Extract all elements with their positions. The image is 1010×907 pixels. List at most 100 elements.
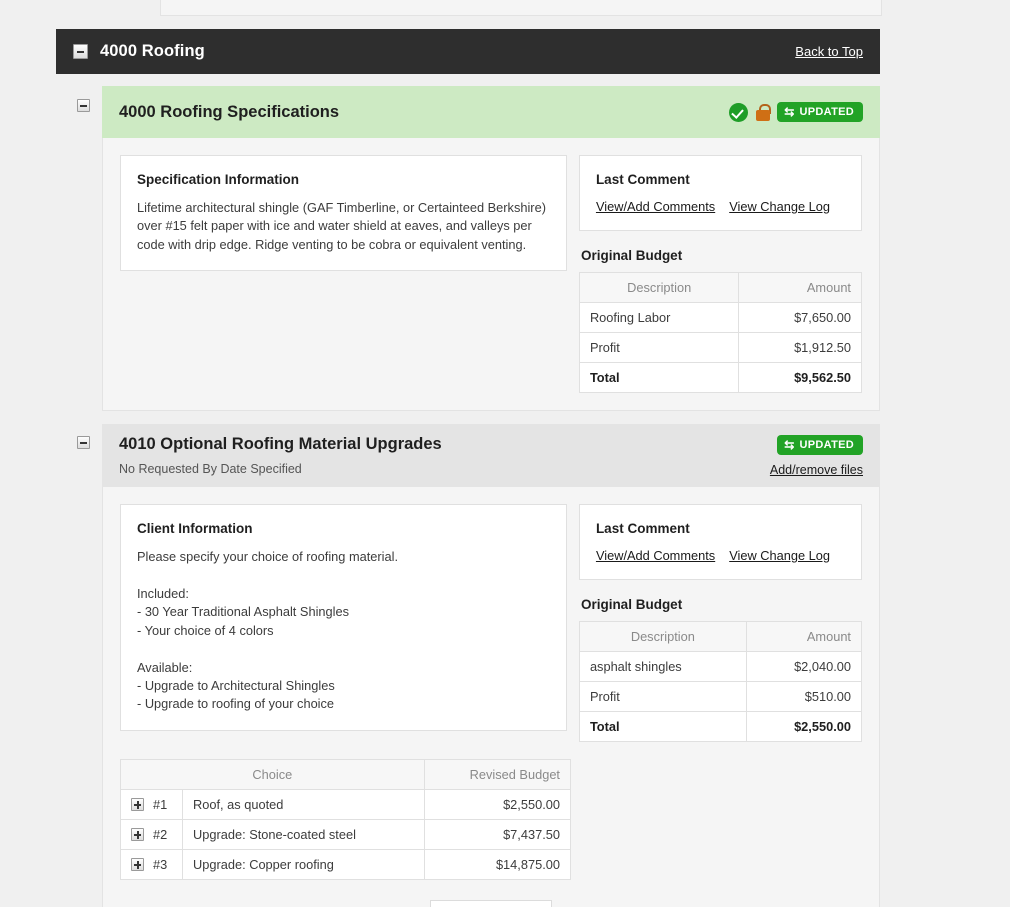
choice-budget: $7,437.50 bbox=[423, 819, 572, 850]
table-row: #2 Upgrade: Stone-coated steel $7,437.50 bbox=[120, 819, 572, 850]
sync-icon: ⇆ bbox=[784, 438, 795, 452]
original-budget-table: Description Amount asphalt shingles $2,0… bbox=[578, 621, 863, 742]
view-add-comments-link[interactable]: View/Add Comments bbox=[596, 548, 715, 563]
expand-plus-icon[interactable] bbox=[131, 858, 144, 871]
upgrade-block-collapse-icon[interactable] bbox=[77, 436, 90, 449]
budget-total-amount: $9,562.50 bbox=[738, 362, 862, 393]
last-comment-heading: Last Comment bbox=[595, 521, 690, 536]
upgrade-header-actions: ⇆ UPDATED Add/remove files bbox=[770, 435, 863, 477]
spec-info-column: Specification Information Lifetime archi… bbox=[120, 155, 567, 272]
table-total-row: Total $2,550.00 bbox=[578, 711, 863, 742]
table-row: Profit $510.00 bbox=[578, 681, 863, 712]
table-row: #1 Roof, as quoted $2,550.00 bbox=[120, 789, 572, 820]
budget-amount: $2,040.00 bbox=[745, 651, 863, 682]
table-row: Profit $1,912.50 bbox=[578, 332, 862, 363]
choice-section: Choice Revised Budget #1 Roof, as quoted… bbox=[102, 759, 880, 907]
choice-number: #3 bbox=[153, 857, 168, 872]
updated-badge-label: UPDATED bbox=[799, 439, 854, 451]
budget-amount: $510.00 bbox=[745, 681, 863, 712]
spec-block-header: 4000 Roofing Specifications ⇆ UPDATED bbox=[102, 86, 880, 138]
upgrade-block-title: 4010 Optional Roofing Material Upgrades bbox=[119, 435, 442, 453]
previous-section-panel-stub bbox=[160, 0, 882, 16]
column-revised-budget: Revised Budget bbox=[423, 759, 572, 790]
spec-side-column: Last Comment View/Add Comments View Chan… bbox=[578, 155, 862, 393]
view-change-log-link[interactable]: View Change Log bbox=[729, 199, 830, 214]
budget-amount: $1,912.50 bbox=[738, 332, 862, 363]
original-budget-table: Description Amount Roofing Labor $7,650.… bbox=[578, 272, 862, 393]
add-remove-files-link[interactable]: Add/remove files bbox=[770, 463, 863, 477]
choice-table-wrap: Choice Revised Budget #1 Roof, as quoted… bbox=[103, 759, 879, 907]
upgrade-block: 4010 Optional Roofing Material Upgrades … bbox=[102, 424, 880, 907]
budget-total-amount: $2,550.00 bbox=[745, 711, 863, 742]
column-amount: Amount bbox=[738, 272, 862, 303]
choice-budget: $2,550.00 bbox=[423, 789, 572, 820]
upgrade-block-header: 4010 Optional Roofing Material Upgrades … bbox=[102, 424, 880, 487]
check-circle-icon bbox=[729, 102, 749, 122]
choice-number-cell: #2 bbox=[120, 819, 183, 850]
table-total-row: Total $9,562.50 bbox=[578, 362, 862, 393]
budget-amount: $7,650.00 bbox=[738, 302, 862, 333]
updated-badge-label: UPDATED bbox=[799, 106, 854, 118]
upgrade-side-column: Last Comment View/Add Comments View Chan… bbox=[578, 504, 863, 742]
back-to-top-link[interactable]: Back to Top bbox=[795, 44, 863, 59]
client-information-panel: Client Information Please specify your c… bbox=[120, 504, 567, 731]
column-description: Description bbox=[578, 272, 740, 303]
upgrade-header-text: 4010 Optional Roofing Material Upgrades … bbox=[119, 435, 442, 476]
table-header-row: Choice Revised Budget bbox=[120, 759, 572, 790]
column-amount: Amount bbox=[745, 621, 863, 652]
last-comment-heading: Last Comment bbox=[595, 172, 690, 187]
choice-number-cell: #3 bbox=[120, 849, 183, 880]
column-choice: Choice bbox=[120, 759, 425, 790]
original-budget-title: Original Budget bbox=[580, 248, 683, 263]
expand-plus-icon[interactable] bbox=[131, 798, 144, 811]
specification-information-panel: Specification Information Lifetime archi… bbox=[120, 155, 567, 272]
updated-badge[interactable]: ⇆ UPDATED bbox=[777, 435, 863, 455]
make-choice-row: Make Choice bbox=[120, 900, 862, 907]
expand-plus-icon[interactable] bbox=[131, 828, 144, 841]
spec-block-collapse-icon[interactable] bbox=[77, 99, 90, 112]
sync-icon: ⇆ bbox=[784, 105, 795, 119]
upgrade-block-subtitle: No Requested By Date Specified bbox=[119, 462, 302, 476]
budget-description: asphalt shingles bbox=[578, 651, 747, 682]
choice-table: Choice Revised Budget #1 Roof, as quoted… bbox=[120, 759, 572, 880]
choice-budget: $14,875.00 bbox=[423, 849, 572, 880]
budget-description: Profit bbox=[578, 332, 740, 363]
section-header-bar: 4000 Roofing Back to Top bbox=[56, 29, 880, 74]
choice-number: #1 bbox=[153, 797, 168, 812]
budget-description: Roofing Labor bbox=[578, 302, 740, 333]
table-row: #3 Upgrade: Copper roofing $14,875.00 bbox=[120, 849, 572, 880]
comment-links: View/Add Comments View Change Log bbox=[596, 199, 845, 214]
table-header-row: Description Amount bbox=[578, 621, 863, 652]
comment-links: View/Add Comments View Change Log bbox=[596, 548, 845, 563]
table-row: asphalt shingles $2,040.00 bbox=[578, 651, 863, 682]
section-title: 4000 Roofing bbox=[100, 42, 205, 60]
spec-block-body: Specification Information Lifetime archi… bbox=[102, 138, 880, 411]
choice-label: Upgrade: Stone-coated steel bbox=[182, 819, 425, 850]
specification-information-body: Lifetime architectural shingle (GAF Timb… bbox=[137, 200, 546, 252]
table-row: Roofing Labor $7,650.00 bbox=[578, 302, 862, 333]
spec-block-title: 4000 Roofing Specifications bbox=[119, 102, 340, 121]
choice-number: #2 bbox=[153, 827, 168, 842]
updated-badge[interactable]: ⇆ UPDATED bbox=[777, 102, 863, 122]
original-budget-title: Original Budget bbox=[580, 597, 683, 612]
spec-block: 4000 Roofing Specifications ⇆ UPDATED Sp… bbox=[102, 86, 880, 411]
specification-information-heading: Specification Information bbox=[137, 172, 300, 187]
client-information-heading: Client Information bbox=[137, 521, 253, 536]
choice-label: Roof, as quoted bbox=[182, 789, 425, 820]
make-choice-button[interactable]: Make Choice bbox=[430, 900, 552, 907]
budget-total-label: Total bbox=[578, 711, 747, 742]
budget-total-label: Total bbox=[578, 362, 740, 393]
collapse-minus-icon[interactable] bbox=[73, 44, 88, 59]
column-description: Description bbox=[578, 621, 747, 652]
spec-block-badges: ⇆ UPDATED bbox=[729, 102, 863, 122]
client-info-column: Client Information Please specify your c… bbox=[120, 504, 567, 731]
upgrade-block-body: Client Information Please specify your c… bbox=[102, 487, 880, 760]
table-header-row: Description Amount bbox=[578, 272, 862, 303]
client-information-body: Please specify your choice of roofing ma… bbox=[137, 549, 399, 712]
view-add-comments-link[interactable]: View/Add Comments bbox=[596, 199, 715, 214]
view-change-log-link[interactable]: View Change Log bbox=[729, 548, 830, 563]
lock-icon bbox=[755, 103, 771, 121]
page-root: 4000 Roofing Back to Top 4000 Roofing Sp… bbox=[0, 0, 1010, 907]
last-comment-panel: Last Comment View/Add Comments View Chan… bbox=[578, 155, 862, 231]
choice-label: Upgrade: Copper roofing bbox=[182, 849, 425, 880]
